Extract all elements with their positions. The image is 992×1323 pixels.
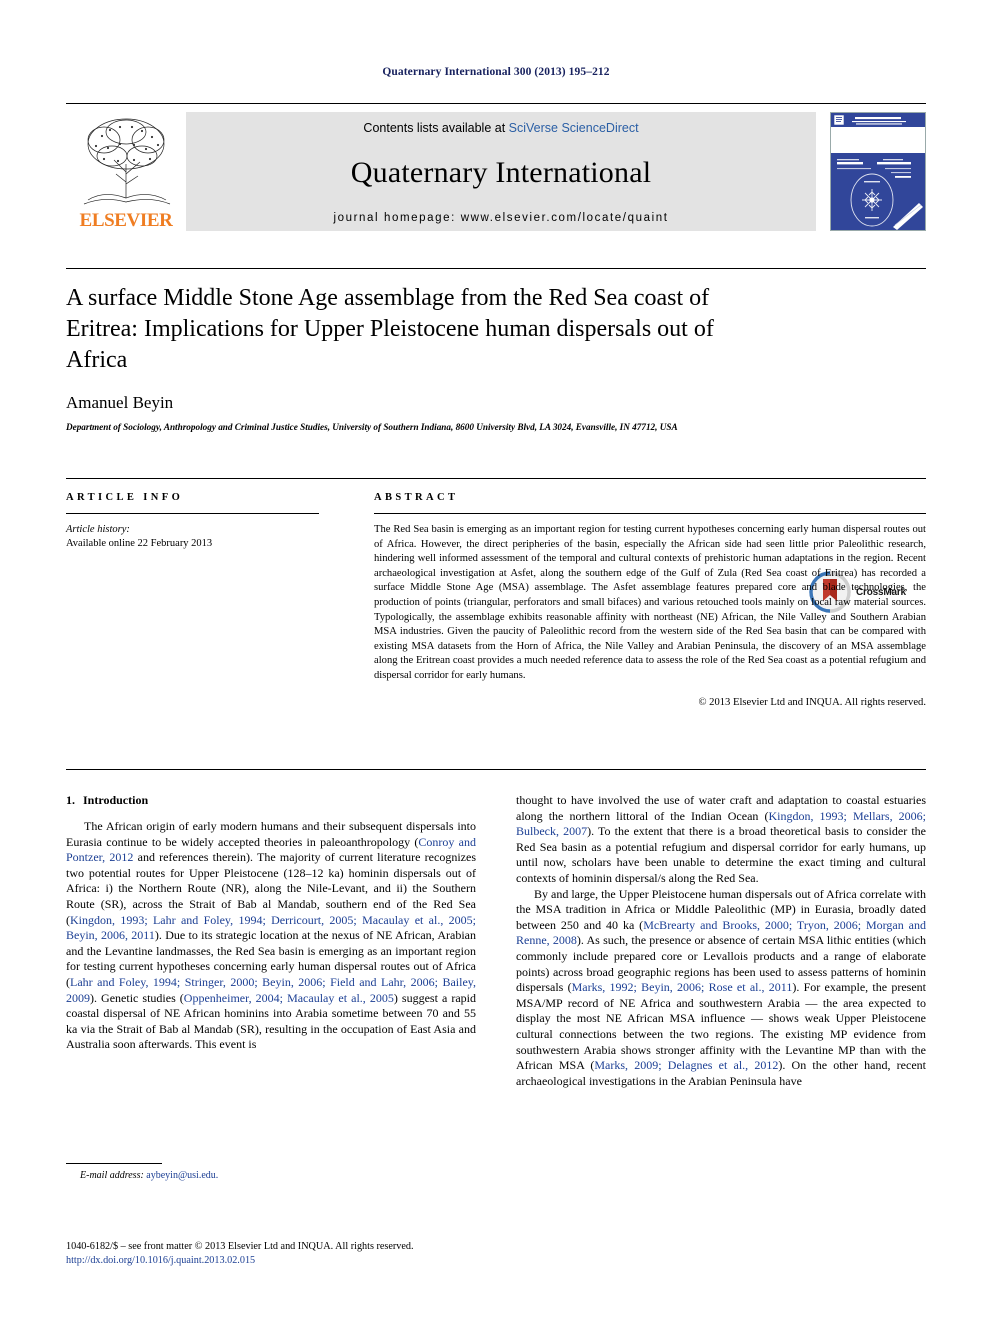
info-abstract-region: ARTICLE INFO Article history: Available …	[66, 492, 926, 708]
article-history-label: Article history:	[66, 524, 130, 535]
masthead-bottom-rule	[66, 268, 926, 269]
journal-masthead: ELSEVIER Contents lists available at Sci…	[66, 103, 926, 231]
body-columns: 1. Introduction The African origin of ear…	[66, 793, 926, 1089]
cover-art	[831, 113, 925, 230]
elsevier-tree-icon	[83, 118, 171, 205]
abstract-copyright: © 2013 Elsevier Ltd and INQUA. All right…	[698, 696, 926, 708]
article-info-rule	[66, 513, 319, 514]
elsevier-wordmark: ELSEVIER	[79, 210, 173, 231]
footnote-block: E-mail address: aybeyin@usi.edu.	[66, 1163, 476, 1181]
article-history-value: Available online 22 February 2013	[66, 538, 213, 549]
section-number: 1.	[66, 793, 75, 807]
journal-cover-thumbnail[interactable]	[830, 112, 926, 231]
article-info-column: ARTICLE INFO Article history: Available …	[66, 492, 319, 708]
paragraph: thought to have involved the use of wate…	[516, 793, 926, 885]
abstract-column: ABSTRACT The Red Sea basin is emerging a…	[374, 492, 926, 708]
paragraph: By and large, the Upper Pleistocene huma…	[516, 886, 927, 1088]
body-column-right: thought to have involved the use of wate…	[516, 793, 926, 1089]
sciencedirect-link[interactable]: SciVerse ScienceDirect	[509, 121, 639, 135]
abstract-bottom-rule	[66, 769, 926, 770]
elsevier-logo: ELSEVIER	[66, 112, 186, 230]
info-top-rule	[66, 478, 926, 479]
section-title: Introduction	[83, 793, 149, 807]
abstract-heading: ABSTRACT	[374, 492, 459, 503]
page-title: A surface Middle Stone Age assemblage fr…	[66, 285, 714, 373]
email-address-label: E-mail address:	[80, 1170, 144, 1181]
author-email-link[interactable]: aybeyin@usi.edu.	[146, 1170, 218, 1181]
doi-link[interactable]: http://dx.doi.org/10.1016/j.quaint.2013.…	[66, 1254, 566, 1268]
section-heading-introduction: 1. Introduction	[66, 793, 476, 808]
paragraph: The African origin of early modern human…	[66, 819, 476, 1052]
issn-copyright-line: 1040-6182/$ – see front matter © 2013 El…	[66, 1241, 414, 1252]
footnote-rule	[66, 1163, 162, 1164]
author-name: Amanuel Beyin	[66, 393, 174, 412]
author-affiliation: Department of Sociology, Anthropology an…	[66, 422, 678, 432]
title-block: A surface Middle Stone Age assemblage fr…	[66, 283, 926, 613]
contents-prefix: Contents lists available at	[363, 121, 509, 135]
abstract-text: The Red Sea basin is emerging as an impo…	[374, 524, 926, 681]
running-head: Quaternary International 300 (2013) 195–…	[382, 66, 610, 78]
contents-lists-line: Contents lists available at SciVerse Sci…	[363, 121, 638, 135]
journal-homepage-line[interactable]: journal homepage: www.elsevier.com/locat…	[333, 212, 668, 224]
journal-title: Quaternary International	[350, 156, 652, 189]
body-column-left: 1. Introduction The African origin of ear…	[66, 793, 476, 1089]
abstract-rule	[374, 513, 926, 514]
bottom-matter: 1040-6182/$ – see front matter © 2013 El…	[66, 1240, 566, 1268]
journal-article-page: Quaternary International 300 (2013) 195–…	[0, 0, 992, 1323]
article-info-heading: ARTICLE INFO	[66, 492, 184, 503]
footnote-text: E-mail address: aybeyin@usi.edu.	[66, 1170, 476, 1181]
masthead-banner: Contents lists available at SciVerse Sci…	[186, 112, 816, 231]
